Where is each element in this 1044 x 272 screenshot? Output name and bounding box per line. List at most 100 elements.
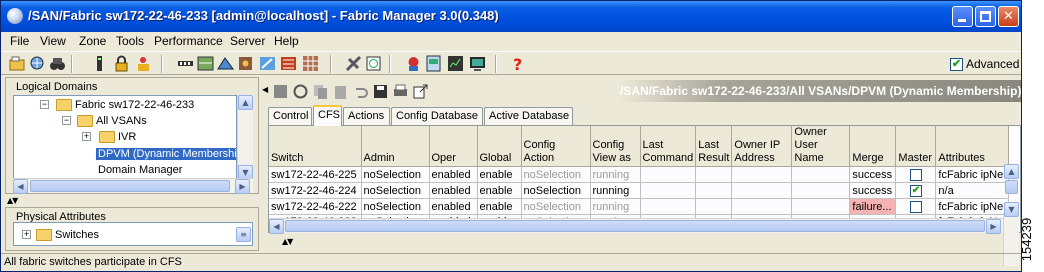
tab-control[interactable]: Control (268, 107, 312, 125)
cell-master[interactable] (895, 166, 937, 183)
expand-icon[interactable]: + (22, 230, 31, 239)
column-header[interactable]: Switch (269, 126, 362, 167)
binoculars-icon[interactable] (49, 55, 66, 72)
scroll-up-icon[interactable]: ▲ (1004, 164, 1019, 179)
tree-horizontal-scrollbar[interactable]: ◀ ▶ (13, 178, 253, 194)
cell-switch[interactable]: sw172-22-46-224 (269, 182, 362, 199)
menu-tools[interactable]: Tools (116, 34, 144, 48)
undo-icon[interactable] (352, 83, 369, 100)
tree-vertical-scrollbar[interactable]: ▲ ▼ (237, 95, 253, 182)
report-icon[interactable] (425, 55, 442, 72)
table-horizontal-scrollbar[interactable]: ◀ ▶ (269, 218, 1003, 234)
expand-icon[interactable]: + (82, 132, 91, 141)
tree-item-switches[interactable]: + Switches (18, 227, 99, 243)
cell-switch[interactable]: sw172-22-46-222 (269, 198, 362, 215)
collapse-left-icon[interactable]: ◀ (262, 85, 268, 94)
close-button[interactable]: ✕ (998, 6, 1019, 27)
paste-icon[interactable] (332, 83, 349, 100)
cell-config-view[interactable]: running (590, 198, 641, 215)
switch-icon[interactable] (91, 55, 108, 72)
column-header[interactable]: Config Action (521, 126, 591, 167)
alarm-icon[interactable] (405, 55, 422, 72)
user-lock-icon[interactable] (135, 55, 152, 72)
cell-config-view[interactable]: running (590, 166, 641, 183)
column-header[interactable]: Config View as (590, 126, 641, 167)
cell-global[interactable]: enable (477, 198, 522, 215)
flow-icon[interactable] (280, 55, 297, 72)
collapse-icon[interactable]: − (62, 116, 71, 125)
cell-config-action[interactable]: noSelection (521, 166, 591, 183)
refresh-icon[interactable] (292, 83, 309, 100)
scroll-right-icon[interactable]: ▶ (235, 179, 250, 194)
cell-config-action[interactable]: noSelection (521, 198, 591, 215)
tools-icon[interactable] (345, 55, 362, 72)
tree-item-domain-manager[interactable]: Domain Manager (98, 162, 182, 178)
tab-cfs[interactable]: CFS (313, 105, 342, 126)
scroll-up-icon[interactable]: ▲ (238, 95, 253, 110)
chart-icon[interactable] (447, 55, 464, 72)
scroll-left-icon[interactable]: ◀ (269, 219, 284, 234)
column-header[interactable]: Merge (849, 126, 897, 167)
menu-view[interactable]: View (40, 34, 66, 48)
save-icon[interactable] (372, 83, 389, 100)
column-header[interactable]: Owner IP Address (731, 126, 793, 167)
column-header[interactable]: Last Result (695, 126, 733, 167)
apply-icon[interactable] (272, 83, 289, 100)
lock-icon[interactable] (113, 55, 130, 72)
scroll-thumb[interactable] (285, 220, 985, 232)
grid-icon[interactable] (302, 55, 319, 72)
master-checkbox[interactable] (909, 168, 922, 181)
cell-config-view[interactable]: running (590, 182, 641, 199)
advanced-checkbox[interactable]: ✔ (950, 58, 963, 72)
tab-actions[interactable]: Actions (343, 107, 390, 125)
scroll-left-icon[interactable]: ◀ (13, 179, 28, 194)
print-icon[interactable] (392, 83, 409, 100)
discover-icon[interactable] (29, 55, 46, 72)
tree-item-ivr[interactable]: + IVR (18, 129, 136, 145)
cell-admin[interactable]: noSelection (361, 182, 430, 199)
help-icon[interactable]: ? (509, 55, 526, 72)
open-icon[interactable] (9, 55, 26, 72)
cell-admin[interactable]: noSelection (361, 166, 430, 183)
export-icon[interactable] (412, 83, 429, 100)
scroll-thumb[interactable] (1005, 180, 1018, 194)
cell-config-action[interactable]: noSelection (521, 182, 591, 199)
tab-config-database[interactable]: Config Database (391, 107, 483, 125)
master-checkbox[interactable] (909, 200, 922, 213)
maximize-button[interactable] (975, 6, 996, 27)
cell-merge[interactable]: failure... (849, 198, 897, 215)
column-header[interactable]: Oper (429, 126, 478, 167)
menu-zone[interactable]: Zone (79, 34, 106, 48)
collapse-icon[interactable]: − (40, 100, 49, 109)
cell-master[interactable] (895, 198, 937, 215)
settings-icon[interactable] (237, 55, 254, 72)
menu-file[interactable]: File (10, 34, 29, 48)
column-header[interactable]: Last Command (640, 126, 697, 167)
cell-global[interactable]: enable (477, 166, 522, 183)
cell-switch[interactable]: sw172-22-46-225 (269, 166, 362, 183)
menu-performance[interactable]: Performance (154, 34, 223, 48)
network-icon[interactable] (177, 55, 194, 72)
wizard-icon[interactable] (259, 55, 276, 72)
tree-item-dpvm[interactable]: DPVM (Dynamic Membership) (96, 146, 236, 162)
tab-active-database[interactable]: Active Database (484, 107, 573, 125)
cell-global[interactable]: enable (477, 182, 522, 199)
scroll-right-icon[interactable]: ▶ (986, 219, 1001, 234)
advanced-toggle[interactable]: ✔ Advanced (950, 57, 1019, 72)
scroll-down-icon[interactable]: ▼ (1004, 202, 1019, 217)
table-row[interactable]: sw172-22-46-222 noSelection enabled enab… (269, 198, 1010, 215)
splitter-arrows-icon[interactable]: ▲▼ (7, 196, 18, 205)
device-icon[interactable] (365, 55, 382, 72)
tree-item-all-vsans[interactable]: − All VSANs (18, 113, 147, 129)
menu-help[interactable]: Help (274, 34, 299, 48)
column-header[interactable]: Owner User Name (791, 126, 851, 167)
splitter-arrows-icon[interactable]: ▲▼ (282, 237, 293, 246)
master-checkbox[interactable]: ✔ (909, 184, 922, 197)
cell-master[interactable]: ✔ (895, 182, 937, 199)
minimize-button[interactable] (952, 6, 973, 27)
title-bar[interactable]: /SAN/Fabric sw172-22-46-233 [admin@local… (1, 1, 1021, 32)
monitor-icon[interactable] (469, 55, 486, 72)
column-header[interactable]: Attributes (935, 126, 1010, 167)
scroll-thumb[interactable] (30, 180, 230, 192)
menu-server[interactable]: Server (230, 34, 265, 48)
